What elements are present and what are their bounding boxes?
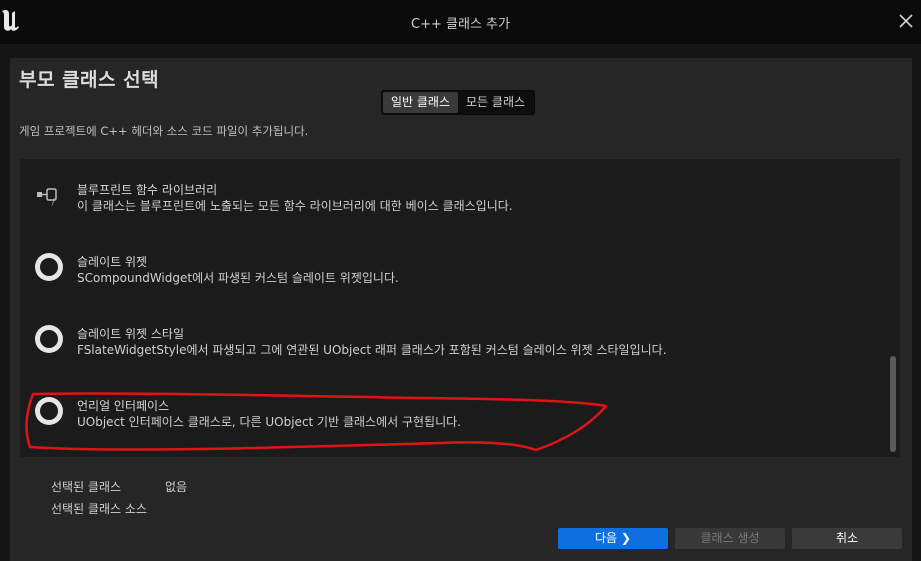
list-item-slate-widget[interactable]: 슬레이트 위젯 SCompoundWidget에서 파생된 커스텀 슬레이트 위… [20,231,884,303]
item-description: UObject 인터페이스 클래스로, 다른 UObject 기반 클래스에서 … [77,415,461,429]
item-title: 블루프린트 함수 라이브러리 [77,183,218,197]
list-item-blueprint-function-library[interactable]: f 블루프린트 함수 라이브러리 이 클래스는 블루프린트에 노출되는 모든 함… [20,159,884,231]
class-filter-tabs: 일반 클래스 모든 클래스 [381,90,536,115]
selected-class-value: 없음 [165,480,188,494]
item-description: SCompoundWidget에서 파생된 커스텀 슬레이트 위젯입니다. [77,271,399,285]
add-cpp-class-window: C++ 클래스 추가 부모 클래스 선택 일반 클래스 모든 클래스 게임 프로… [0,0,921,561]
list-item-unreal-interface[interactable]: 언리얼 인터페이스 UObject 인터페이스 클래스로, 다른 UObject… [20,375,884,447]
list-item-slate-widget-style[interactable]: 슬레이트 위젯 스타일 FSlateWidgetStyle에서 파생되고 그에 … [20,303,884,375]
list-scrollbar-thumb[interactable] [890,356,896,452]
main-panel: 부모 클래스 선택 일반 클래스 모든 클래스 게임 프로젝트에 C++ 헤더와… [10,58,912,561]
item-title: 슬레이트 위젯 스타일 [77,327,184,341]
selected-class-source-label: 선택된 클래스 소스 [51,502,147,516]
blueprint-function-library-icon: f [37,188,57,206]
tab-all-classes[interactable]: 모든 클래스 [458,92,533,113]
item-title: 슬레이트 위젯 [77,255,148,269]
next-button[interactable]: 다음 ❯ [558,528,668,549]
window-title: C++ 클래스 추가 [411,17,510,32]
tab-common-classes[interactable]: 일반 클래스 [383,92,459,113]
create-class-button[interactable]: 클래스 생성 [675,528,785,549]
circle-class-icon [35,253,63,281]
item-title: 언리얼 인터페이스 [77,399,170,413]
page-description: 게임 프로젝트에 C++ 헤더와 소스 코드 파일이 추가됩니다. [19,124,309,138]
page-title: 부모 클래스 선택 [19,69,160,91]
title-bar[interactable]: C++ 클래스 추가 [0,0,921,44]
circle-class-icon [35,325,63,353]
cancel-button[interactable]: 취소 [792,528,902,549]
item-description: FSlateWidgetStyle에서 파생되고 그에 연관된 UObject … [77,343,667,357]
close-icon[interactable] [897,12,915,30]
item-description: 이 클래스는 블루프린트에 노출되는 모든 함수 라이브러리에 대한 베이스 클… [77,199,513,213]
class-list: f 블루프린트 함수 라이브러리 이 클래스는 블루프린트에 노출되는 모든 함… [20,159,900,457]
selected-class-label: 선택된 클래스 [51,480,122,494]
circle-class-icon [35,397,63,425]
